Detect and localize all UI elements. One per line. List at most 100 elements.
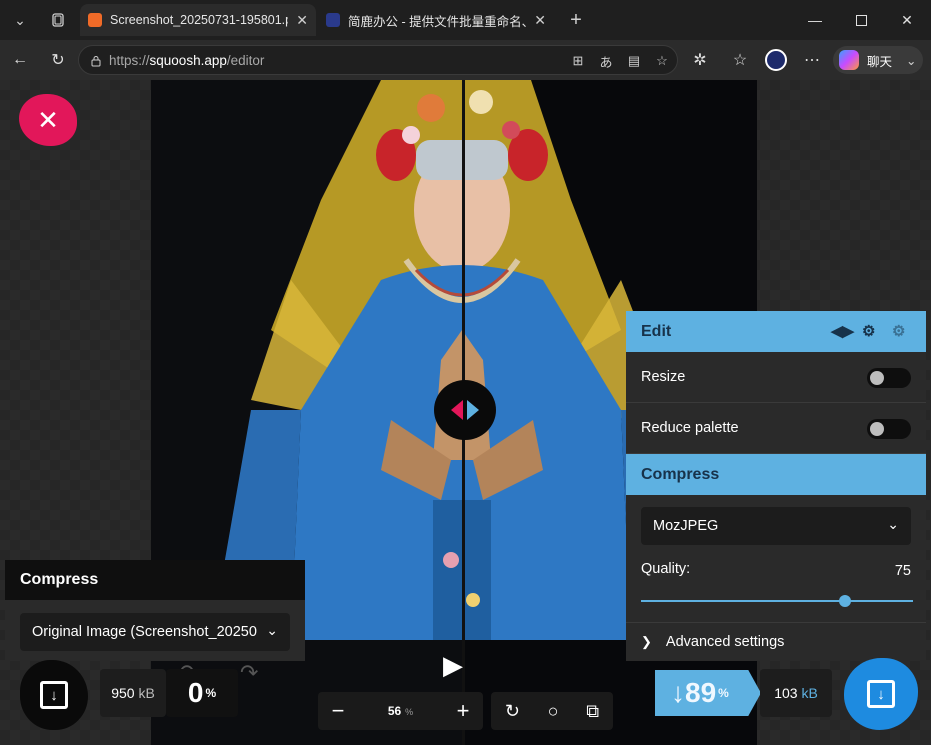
background-toggle-circle-icon[interactable]: ○ bbox=[548, 701, 559, 722]
chevron-down-icon: ⌄ bbox=[266, 622, 278, 638]
zoom-value: 56 bbox=[387, 704, 402, 718]
quality-row: Quality: 75 bbox=[626, 545, 926, 579]
zoom-control: − 56% + bbox=[318, 692, 483, 730]
reduce-palette-label: Reduce palette bbox=[641, 420, 739, 436]
rotate-icon[interactable]: ↻ bbox=[505, 701, 520, 722]
favorite-star-icon[interactable]: ☆ bbox=[653, 52, 671, 70]
left-compress-title: Compress bbox=[20, 571, 99, 588]
app-available-icon[interactable]: ⊞ bbox=[569, 52, 587, 70]
reading-view-icon[interactable]: ▤ bbox=[625, 52, 643, 70]
codec-value: MozJPEG bbox=[653, 518, 719, 534]
quality-label: Quality: bbox=[641, 561, 691, 577]
compressed-percent: ↓ 89% bbox=[655, 670, 761, 716]
resize-row[interactable]: Resize bbox=[626, 352, 926, 403]
tab-title: Screenshot_20250731-195801.png bbox=[110, 13, 289, 27]
quality-slider[interactable] bbox=[641, 595, 913, 607]
close-icon: ✕ bbox=[37, 104, 59, 135]
copy-settings-arrows-icon[interactable]: ◀▶ bbox=[831, 322, 854, 340]
compressed-size-unit: kB bbox=[801, 685, 818, 701]
compressed-size-value: 103 bbox=[774, 685, 798, 701]
squoosh-editor: ✕ Edit ◀▶ ⚙ ⚙ Resize Reduce palette Comp… bbox=[0, 80, 931, 745]
right-options-panel: Edit ◀▶ ⚙ ⚙ Resize Reduce palette Compre… bbox=[626, 311, 926, 661]
extensions-icon[interactable]: ✲ bbox=[688, 48, 712, 72]
tab-close-icon[interactable]: ✕ bbox=[296, 12, 308, 29]
resize-toggle[interactable] bbox=[867, 368, 911, 388]
lock-icon[interactable] bbox=[87, 52, 105, 70]
url-path: /editor bbox=[226, 52, 265, 68]
chevron-right-icon: ❯ bbox=[641, 634, 652, 649]
back-arrow-icon[interactable]: ← bbox=[8, 48, 32, 72]
tab-title: 简鹿办公 - 提供文件批量重命名、 bbox=[348, 14, 527, 29]
reduce-palette-toggle[interactable] bbox=[867, 419, 911, 439]
tab-favicon-icon bbox=[326, 13, 340, 27]
tab-favicon-icon bbox=[88, 13, 102, 27]
reduce-palette-row[interactable]: Reduce palette bbox=[626, 403, 926, 454]
play-icon[interactable]: ▶ bbox=[438, 650, 468, 680]
original-size: 950 kB bbox=[100, 669, 166, 717]
translate-icon[interactable]: あ bbox=[597, 52, 615, 70]
url-host: squoosh.app bbox=[149, 52, 227, 68]
zoom-in-button[interactable]: + bbox=[443, 698, 483, 724]
close-editor-button[interactable]: ✕ bbox=[19, 94, 77, 146]
original-size-value: 950 bbox=[111, 685, 135, 701]
edit-title: Edit bbox=[641, 322, 672, 340]
tab-jianlu[interactable]: 简鹿办公 - 提供文件批量重命名、 ✕ bbox=[318, 4, 554, 36]
view-tools: ↻ ○ ⧉ bbox=[491, 692, 613, 730]
chevron-down-icon: ⌄ bbox=[887, 516, 899, 532]
compressed-percent-value: 89 bbox=[685, 677, 717, 708]
reload-icon[interactable]: ↻ bbox=[46, 48, 70, 72]
split-arrows-icon bbox=[451, 400, 479, 420]
original-percent: 0% bbox=[166, 669, 238, 717]
left-compress-header: Compress bbox=[5, 560, 305, 600]
copilot-button[interactable]: 聊天 ⌄ bbox=[833, 46, 923, 74]
tab-screenshot[interactable]: Screenshot_20250731-195801.png ✕ bbox=[80, 4, 316, 36]
address-bar[interactable]: https:// squoosh.app /editor ⊞ あ ▤ ☆ bbox=[78, 45, 678, 75]
compressed-size: 103 kB bbox=[760, 669, 832, 717]
quality-value: 75 bbox=[894, 563, 911, 579]
original-percent-value: 0 bbox=[187, 677, 204, 708]
copilot-logo-icon bbox=[839, 50, 859, 70]
compress-section-header: Compress bbox=[626, 454, 926, 495]
resize-label: Resize bbox=[641, 369, 686, 385]
profile-avatar-icon[interactable] bbox=[764, 48, 788, 72]
window-close-icon[interactable]: ✕ bbox=[884, 0, 930, 40]
split-handle[interactable] bbox=[434, 380, 496, 440]
advanced-settings-toggle[interactable]: ❯ Advanced settings bbox=[626, 622, 926, 661]
maximize-icon[interactable] bbox=[838, 0, 884, 40]
original-size-unit: kB bbox=[138, 685, 155, 701]
edit-section-header: Edit ◀▶ ⚙ ⚙ bbox=[626, 311, 926, 352]
download-icon: ↓ bbox=[40, 681, 68, 709]
minimize-icon[interactable]: — bbox=[792, 0, 838, 40]
save-settings-gear-icon[interactable]: ⚙ bbox=[862, 322, 875, 340]
advanced-settings-label: Advanced settings bbox=[665, 634, 785, 650]
import-settings-gear-icon[interactable]: ⚙ bbox=[892, 322, 905, 340]
workspaces-icon[interactable] bbox=[42, 4, 74, 36]
zoom-value-input[interactable]: 56% bbox=[358, 704, 443, 718]
reduction-arrow-icon: ↓ bbox=[671, 677, 685, 708]
download-original-button[interactable]: ↓ bbox=[20, 660, 88, 730]
redo-icon: ↷ bbox=[240, 660, 259, 685]
favorites-icon[interactable]: ☆ bbox=[728, 48, 752, 72]
copilot-label: 聊天 bbox=[867, 54, 893, 69]
percent-sign: % bbox=[205, 686, 217, 700]
zoom-unit: % bbox=[405, 707, 414, 717]
chevron-down-icon[interactable]: ⌄ bbox=[906, 53, 916, 68]
download-icon: ↓ bbox=[867, 680, 895, 708]
browser-tab-bar: ⌄ Screenshot_20250731-195801.png ✕ 简鹿办公 … bbox=[0, 0, 931, 40]
browser-toolbar: ← ↻ https:// squoosh.app /editor ⊞ あ ▤ ☆… bbox=[0, 40, 931, 80]
url-scheme: https:// bbox=[109, 52, 150, 68]
codec-select[interactable]: MozJPEG ⌄ bbox=[641, 507, 911, 545]
tab-close-icon[interactable]: ✕ bbox=[534, 12, 546, 29]
left-codec-select[interactable]: Original Image (Screenshot_20250 ⌄ bbox=[20, 613, 290, 651]
left-options-panel: Compress Original Image (Screenshot_2025… bbox=[5, 560, 305, 661]
download-compressed-button[interactable]: ↓ bbox=[844, 658, 918, 730]
compress-title: Compress bbox=[641, 465, 720, 483]
tab-list-chevron-icon[interactable]: ⌄ bbox=[4, 4, 36, 36]
quality-slider-thumb[interactable] bbox=[839, 595, 851, 607]
percent-sign: % bbox=[718, 686, 729, 700]
new-tab-plus-icon[interactable]: + bbox=[560, 4, 592, 36]
more-menu-icon[interactable]: ⋯ bbox=[800, 48, 824, 72]
zoom-out-button[interactable]: − bbox=[318, 698, 358, 724]
left-codec-value: Original Image (Screenshot_20250 bbox=[32, 624, 257, 640]
crop-frame-icon[interactable]: ⧉ bbox=[586, 701, 599, 722]
